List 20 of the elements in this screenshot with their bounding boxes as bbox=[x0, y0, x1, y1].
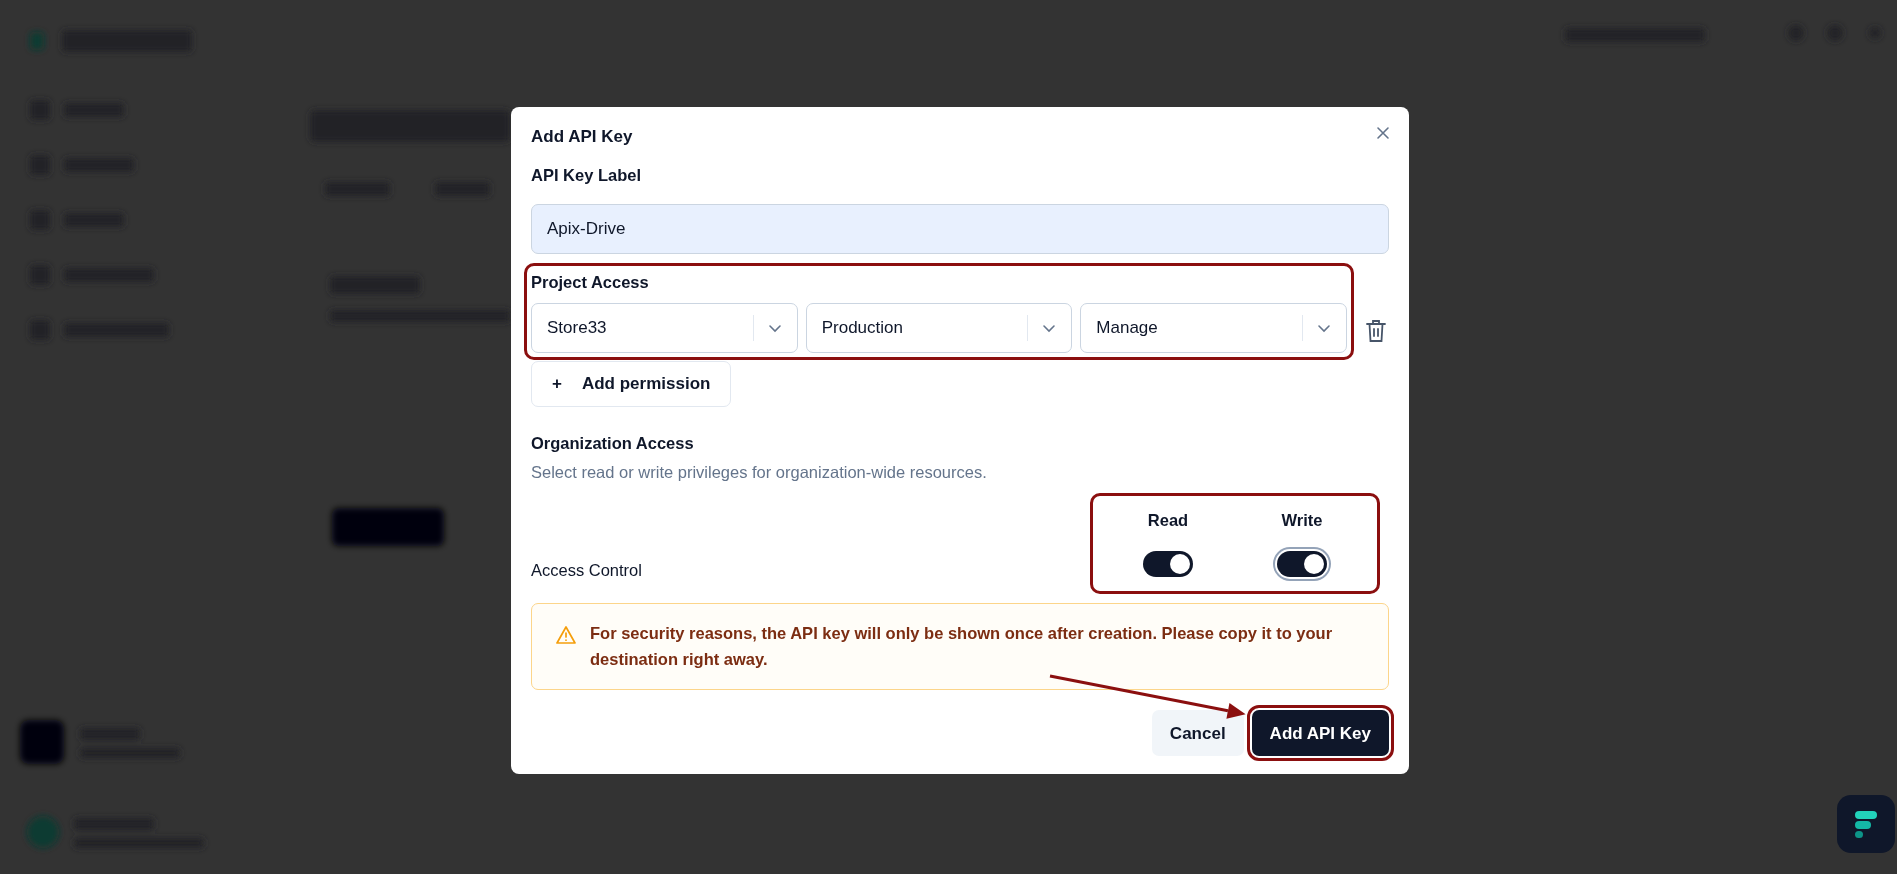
select-dropdown[interactable]: Manage bbox=[1080, 302, 1347, 353]
cancel-button[interactable]: Cancel bbox=[1151, 710, 1244, 757]
section-title: Project Access bbox=[531, 272, 650, 294]
warning-text: For security reasons, the API key will only be shown once after creation. Please copy it to your destination right away. bbox=[590, 623, 1334, 670]
toggle-switch[interactable] bbox=[1277, 551, 1327, 578]
column-header: Read bbox=[1146, 510, 1190, 532]
chat-launcher-button[interactable] bbox=[1837, 795, 1895, 853]
select-dropdown[interactable]: Production bbox=[805, 302, 1073, 353]
add-permission-button[interactable]: + Add permission bbox=[531, 360, 732, 407]
warning-icon bbox=[556, 625, 576, 646]
row-label: Access Control bbox=[531, 560, 643, 582]
toggle-switch[interactable] bbox=[1143, 551, 1193, 578]
field-label: API Key Label bbox=[531, 165, 643, 187]
section-description: Select read or write privileges for organization-wide resources. bbox=[531, 461, 988, 483]
section-title: Organization Access bbox=[531, 432, 695, 454]
column-header: Write bbox=[1280, 510, 1324, 532]
dialog-title: Add API Key bbox=[531, 127, 633, 148]
select-dropdown[interactable]: Store33 bbox=[531, 302, 798, 353]
logo-icon bbox=[1853, 809, 1879, 839]
label-input[interactable]: Apix-Drive bbox=[531, 204, 1389, 255]
